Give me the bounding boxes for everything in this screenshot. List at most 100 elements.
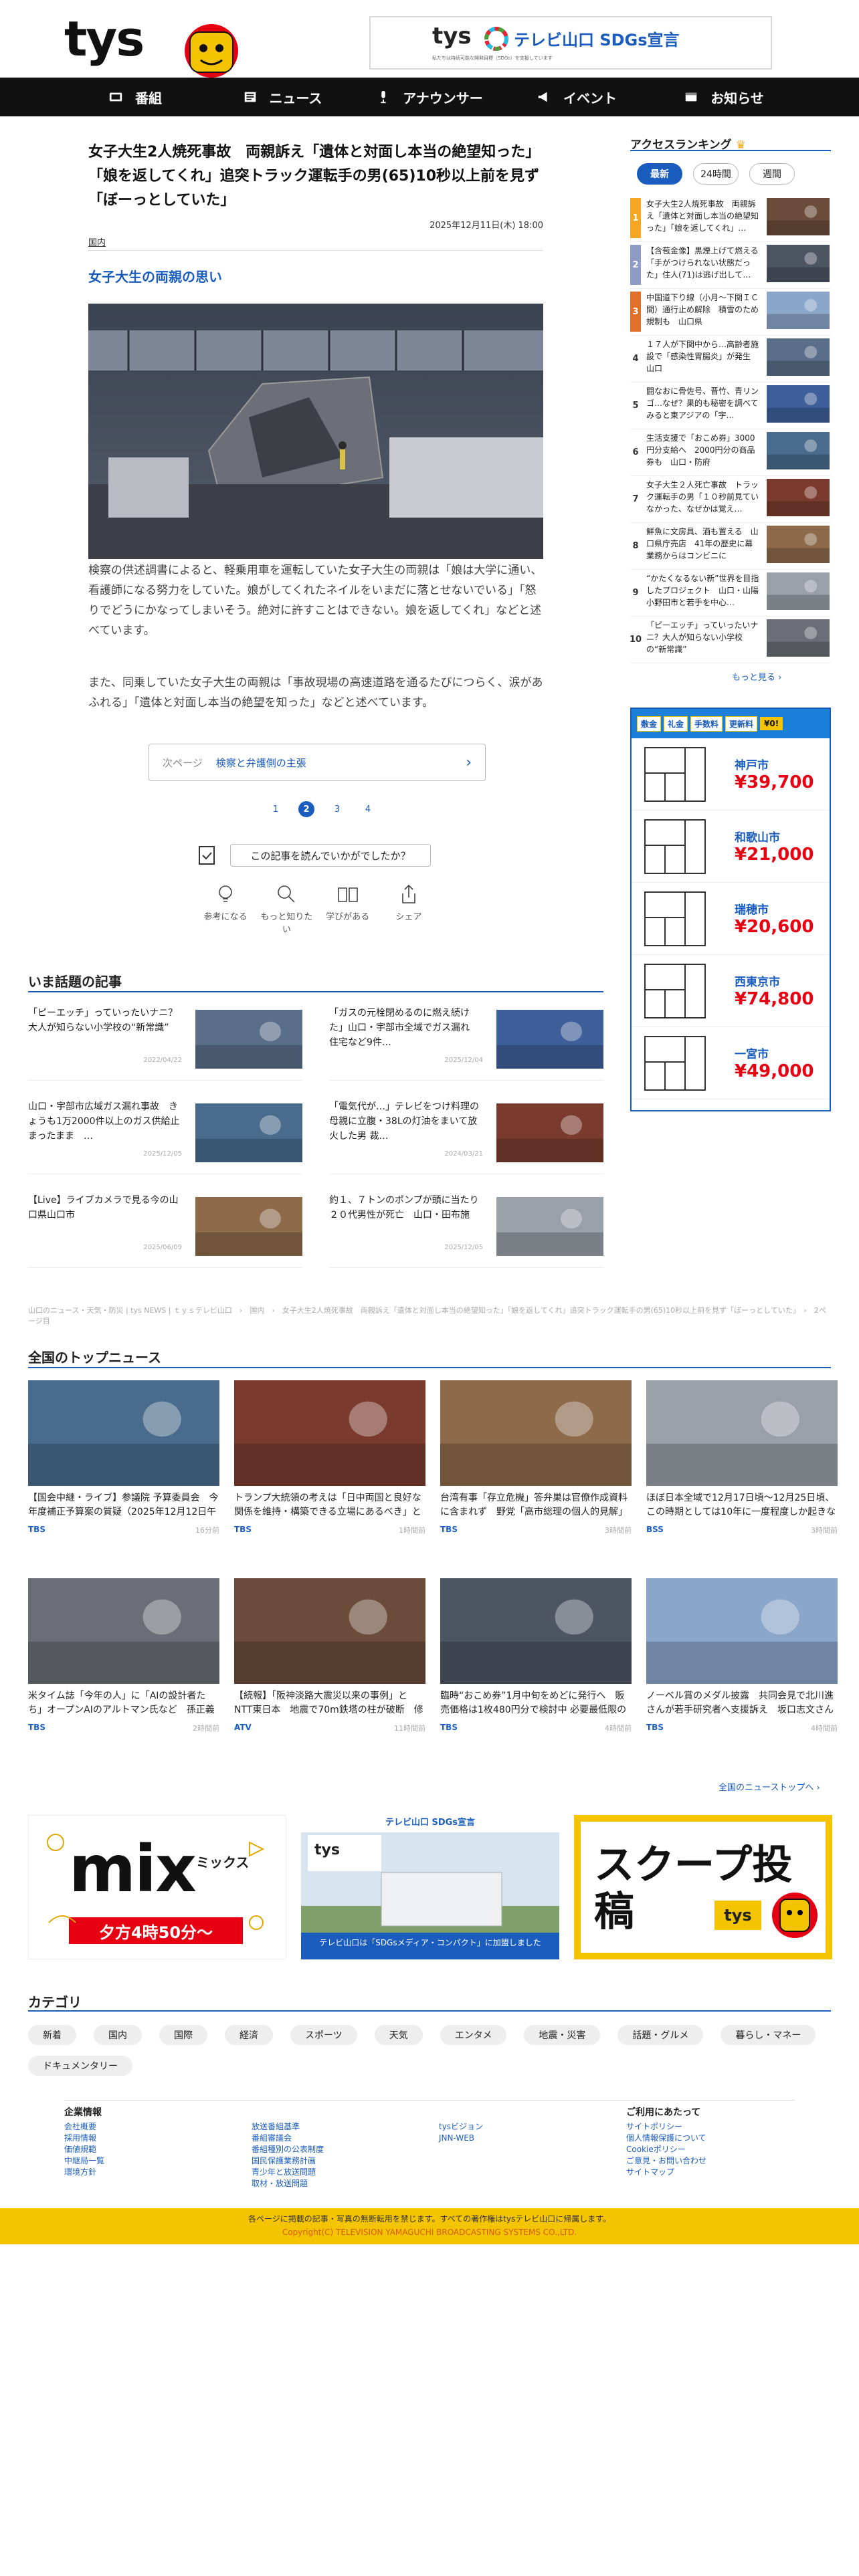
page-link[interactable]: 4 — [360, 801, 376, 817]
reaction-more[interactable]: もっと知りたい — [256, 883, 316, 935]
footer-link[interactable]: 国民保護業務計画 — [252, 2155, 324, 2167]
ad-price: ¥20,600 — [735, 917, 814, 937]
category-chip[interactable]: 国内 — [94, 2025, 142, 2045]
footer-link[interactable]: 価値規範 — [64, 2144, 104, 2155]
site-logo[interactable]: tys — [64, 15, 145, 63]
hot-topic-item[interactable]: 【Live】ライブカメラで見る今の山口県山口市 2025/06/09 — [28, 1193, 302, 1268]
category-chip[interactable]: 暮らし・マネー — [721, 2025, 816, 2045]
ranking-thumbnail — [767, 479, 830, 516]
category-chip[interactable]: 国際 — [159, 2025, 207, 2045]
breadcrumb[interactable]: 山口のニュース・天気・防災 | tys NEWS | ｔｙｓテレビ山口 › 国内… — [28, 1305, 831, 1327]
floor-plan-image — [644, 963, 706, 1018]
category-chip[interactable]: 天気 — [374, 2025, 423, 2045]
mix-program-banner[interactable]: mix ミックス 夕方4時50分〜 — [28, 1815, 286, 1959]
footer-link[interactable]: 会社概要 — [64, 2121, 104, 2133]
nav-item-announcers[interactable]: アナウンサー — [356, 78, 503, 116]
nav-item-notices[interactable]: お知らせ — [650, 78, 797, 116]
page-current: 2 — [298, 801, 314, 817]
scoop-title: スクープ投稿 — [594, 1842, 793, 1935]
ranking-tab-weekly[interactable]: 週間 — [749, 163, 795, 185]
sdgs-banner[interactable]: tys テレビ山口 SDGs宣言 私たちは持続可能な開発目標（SDGs）を支援し… — [369, 16, 772, 70]
ranking-item[interactable]: 8 鮮魚に文房具、酒も置える 山口県庁売店 41年の歴史に幕 業務からはコンビニに — [630, 523, 831, 570]
next-page-link[interactable]: 次ページ 検察と弁護側の主張 › — [149, 744, 486, 781]
footer-link[interactable]: 採用情報 — [64, 2133, 104, 2144]
footer-link[interactable]: 青少年と放送問題 — [252, 2167, 324, 2178]
ranking-tab-24h[interactable]: 24時間 — [693, 163, 739, 185]
hot-topic-item[interactable]: 「ガスの元栓閉めるのに燃え続けた」山口・宇部市全域でガス漏れ 住宅など9件… 20… — [329, 1006, 603, 1081]
nav-item-events[interactable]: イベント — [503, 78, 650, 116]
megaphone-icon — [538, 92, 547, 102]
ad-listing[interactable]: 西東京市 ¥74,800 — [632, 955, 830, 1027]
ranking-item[interactable]: 5 闘なおに骨佐号、晋竹、青リンゴ…なぜ？果的も秘密を調べてみると東アジアの「宇… — [630, 383, 831, 429]
ranking-thumbnail-image — [767, 292, 830, 329]
category-chip[interactable]: 地震・災害 — [524, 2025, 601, 2045]
ranking-item[interactable]: 4 １７人が下関中から…高齢者施設で「感染性胃腸炎」が発生 山口 — [630, 336, 831, 383]
scoop-post-banner[interactable]: スクープ投稿 tys — [574, 1815, 832, 1959]
article-category-link[interactable]: 国内 — [88, 235, 106, 248]
category-chip[interactable]: スポーツ — [290, 2025, 357, 2045]
footer-link[interactable]: 環境方針 — [64, 2167, 104, 2178]
ad-chip: 礼金 — [664, 716, 688, 732]
footer-link[interactable]: Cookieポリシー — [626, 2144, 706, 2155]
nav-item-programs[interactable]: 番組 — [62, 78, 209, 116]
ad-listing[interactable]: 一宮市 ¥49,000 — [632, 1027, 830, 1099]
ranking-tab-latest[interactable]: 最新 — [637, 163, 682, 185]
ranking-item[interactable]: 10 「ピーエッチ」っていったいナニ？大人が知らない小学校の“新常識” — [630, 617, 831, 663]
hot-topic-item[interactable]: 「電気代が…」テレビをつけ料理の母親に立腹・38Lの灯油をまいて放火した男 裁…… — [329, 1099, 603, 1174]
footer-link[interactable]: 中継局一覧 — [64, 2155, 104, 2167]
footer-link[interactable]: ご意見・お問い合わせ — [626, 2155, 706, 2167]
ranking-more-link[interactable]: もっと見る › — [732, 670, 781, 683]
news-time: 3時間前 — [605, 1526, 632, 1535]
national-news-more-link[interactable]: 全国のニューストップへ › — [719, 1780, 820, 1793]
reaction-share[interactable]: シェア — [379, 883, 439, 935]
national-news-card[interactable]: ほぼ日本全域で12月17日頃〜12月25日頃、この時期としては10年に一度程度し… — [646, 1380, 838, 1581]
ad-listing[interactable]: 瑞穂市 ¥20,600 — [632, 883, 830, 955]
page-link[interactable]: 1 — [268, 801, 284, 817]
national-news-image — [234, 1380, 425, 1486]
national-news-card[interactable]: 米タイム誌「今年の人」に「AIの設計者たち」オープンAIのアルトマン氏など 孫正… — [28, 1578, 219, 1779]
footer-link[interactable]: 番組種別の公表制度 — [252, 2144, 324, 2155]
page-link[interactable]: 3 — [329, 801, 345, 817]
ranking-item[interactable]: 9 “かたくなるない新”世界を目指したプロジェクト 山口・山陽小野田市と若手を中心… — [630, 570, 831, 617]
category-chip[interactable]: 新着 — [28, 2025, 76, 2045]
hot-topic-thumbnail — [195, 1010, 302, 1069]
national-news-card[interactable]: 臨時“おこめ券”1月中旬をめどに発行へ 販売価格は1枚480円分で検討中 必要最… — [440, 1578, 632, 1779]
footer-link[interactable]: サイトポリシー — [626, 2121, 706, 2133]
hot-topic-item[interactable]: 約１、７トンのポンプが頭に当たり２０代男性が死亡 山口・田布施 2025/12/0… — [329, 1193, 603, 1268]
category-chip[interactable]: エンタメ — [440, 2025, 507, 2045]
realestate-ad[interactable]: 敷金 礼金 手数料 更新料 ¥0! 神戸市 ¥39,700 和歌山市 ¥21,000 瑞… — [630, 708, 831, 1111]
national-news-thumbnail — [440, 1380, 632, 1486]
national-news-card[interactable]: トランプ大統領の考えは「日中両国と良好な関係を維持・構築できる立場にあるべき」と… — [234, 1380, 425, 1581]
footer-link[interactable]: tysビジョン — [439, 2121, 483, 2133]
sdgs-media-banner[interactable]: テレビ山口 SDGs宣言 tys テレビ山口は「SDGsメディア・コンパクト」に… — [301, 1815, 559, 1959]
ranking-item[interactable]: 6 生活支援で「おこめ券」3000円分支給へ 2000円分の商品券も 山口・防府 — [630, 429, 831, 476]
ranking-item[interactable]: 1 女子大生2人焼死事故 両親訴え「遺体と対面し本当の絶望知った」「娘を返してくれ… — [630, 195, 831, 242]
footer-link[interactable]: 番組審議会 — [252, 2133, 324, 2144]
category-chip[interactable]: 話題・グルメ — [617, 2025, 704, 2045]
hot-topic-item[interactable]: 山口・宇部市広域ガス漏れ事故 きょうも1万2000件以上のガス供給止まったまま … — [28, 1099, 302, 1174]
hot-topic-item[interactable]: 「ピーエッチ」っていったいナニ？大人が知らない小学校の“新常識” 2022/04/… — [28, 1006, 302, 1081]
national-news-card[interactable]: ノーベル賞のメダル披露 共同会見で北川進さんが若手研究者へ支援訴え 坂口志文さん… — [646, 1578, 838, 1779]
category-chip[interactable]: 経済 — [225, 2025, 273, 2045]
mascot-logo[interactable] — [170, 20, 253, 78]
ranking-item[interactable]: 7 女子大生２人死亡事故 トラック運転手の男「１０秒前見ていなかった、なぜかは覚え… — [630, 476, 831, 523]
footer-link[interactable]: 放送番組基準 — [252, 2121, 324, 2133]
ad-listing[interactable]: 和歌山市 ¥21,000 — [632, 811, 830, 883]
national-news-card[interactable]: 台湾有事「存立危機」答弁巣は官僚作成資料に含まれず 野党「高市総理の個人的見解」… — [440, 1380, 632, 1581]
ranking-thumbnail-image — [767, 619, 830, 657]
national-news-card[interactable]: 【国会中継・ライブ】参議院 予算委員会 今年度補正予算案の質疑（2025年12月… — [28, 1380, 219, 1581]
hot-topic-image — [496, 1197, 603, 1256]
footer-link[interactable]: 取材・放送問題 — [252, 2178, 324, 2189]
reaction-helpful[interactable]: 参考になる — [195, 883, 256, 935]
footer-link[interactable]: 個人情報保護について — [626, 2133, 706, 2144]
reaction-learn[interactable]: 学びがある — [318, 883, 378, 935]
nav-item-news[interactable]: ニュース — [209, 78, 356, 116]
ad-listing[interactable]: 神戸市 ¥39,700 — [632, 738, 830, 811]
national-news-card[interactable]: 【続報】「阪神淡路大震災以来の事例」とNTT東日本 地震で70m鉄塔の柱が破断 … — [234, 1578, 425, 1779]
footer-link[interactable]: サイトマップ — [626, 2167, 706, 2178]
footer-link[interactable]: JNN-WEB — [439, 2133, 483, 2144]
category-chip[interactable]: ドキュメンタリー — [28, 2056, 132, 2076]
ranking-title: 中国道下り線（小月〜下関ＩＣ間）通行止め解除 積雪のため規制も 山口県 — [646, 293, 759, 326]
ranking-item[interactable]: 2 【含苞金像】黒煙上げて燃える「手がつけられない状態だった」住人(71)は逃げ出… — [630, 242, 831, 289]
ranking-item[interactable]: 3 中国道下り線（小月〜下関ＩＣ間）通行止め解除 積雪のため規制も 山口県 — [630, 289, 831, 336]
